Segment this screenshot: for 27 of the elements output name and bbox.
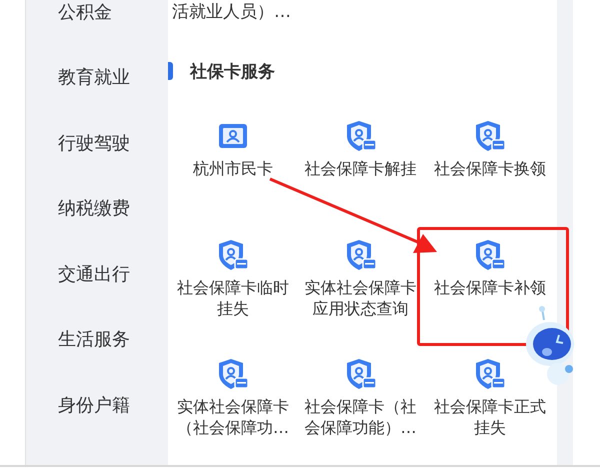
service-name[interactable]: 社会保障卡临时 挂失 [177,277,289,319]
service-name[interactable]: 社会保障卡换领 [434,158,546,179]
sidebar-item[interactable]: 交通出行 [26,241,168,306]
section-title: 社保卡服务 [190,60,275,82]
sidebar-item[interactable]: 身份户籍 [26,372,168,438]
service-name[interactable]: 实体社会保障卡 应用状态查询 [304,277,416,319]
shield-card-icon [344,239,376,271]
service-name[interactable]: 杭州市民卡 [193,158,273,179]
shield-card-icon [217,358,249,390]
service-name[interactable]: 实体社会保障卡 （社会保障功… [177,396,289,438]
service-name[interactable]: 活就业人员）… [168,0,557,24]
shield-card-icon [217,239,249,271]
section-marker [168,62,173,80]
shield-card-icon [474,358,506,390]
sidebar-item[interactable]: 生活服务 [26,306,168,372]
sidebar-item[interactable]: 教育就业 [26,44,168,110]
shield-card-icon [344,358,376,390]
service-name[interactable]: 社会保障卡补领 [434,277,546,298]
service-name[interactable]: 社会保障卡（社 会保障功能）… [304,396,416,438]
shield-card-icon [474,120,506,152]
shield-card-icon [344,120,376,152]
service-name[interactable]: 社会保障卡解挂 [304,158,416,179]
shield-card-icon [474,239,506,271]
service-name[interactable]: 社会保障卡正式 挂失 [434,396,546,438]
sidebar-item[interactable]: 公积金 [26,0,168,44]
sidebar-item[interactable]: 行驶驾驶 [26,110,168,176]
sidebar-item[interactable]: 纳税缴费 [26,176,168,241]
